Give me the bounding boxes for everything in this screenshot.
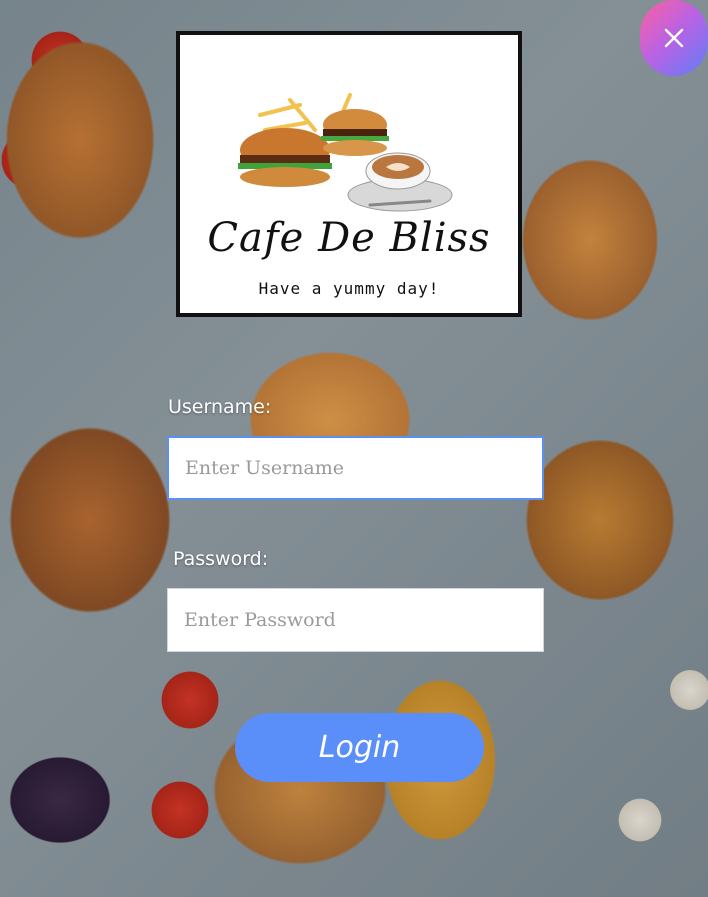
logo-card: Cafe De Bliss Have a yummy day! (176, 31, 522, 317)
close-icon (664, 28, 684, 48)
password-input[interactable] (167, 588, 544, 652)
login-button[interactable]: Login (235, 713, 484, 782)
brand-tagline: Have a yummy day! (258, 279, 440, 298)
brand-name: Cafe De Bliss (207, 215, 491, 261)
close-button[interactable] (640, 0, 708, 76)
username-input[interactable] (167, 436, 544, 500)
food-illustration-icon (238, 93, 453, 212)
username-label: Username: (168, 396, 272, 418)
password-label: Password: (173, 548, 269, 570)
